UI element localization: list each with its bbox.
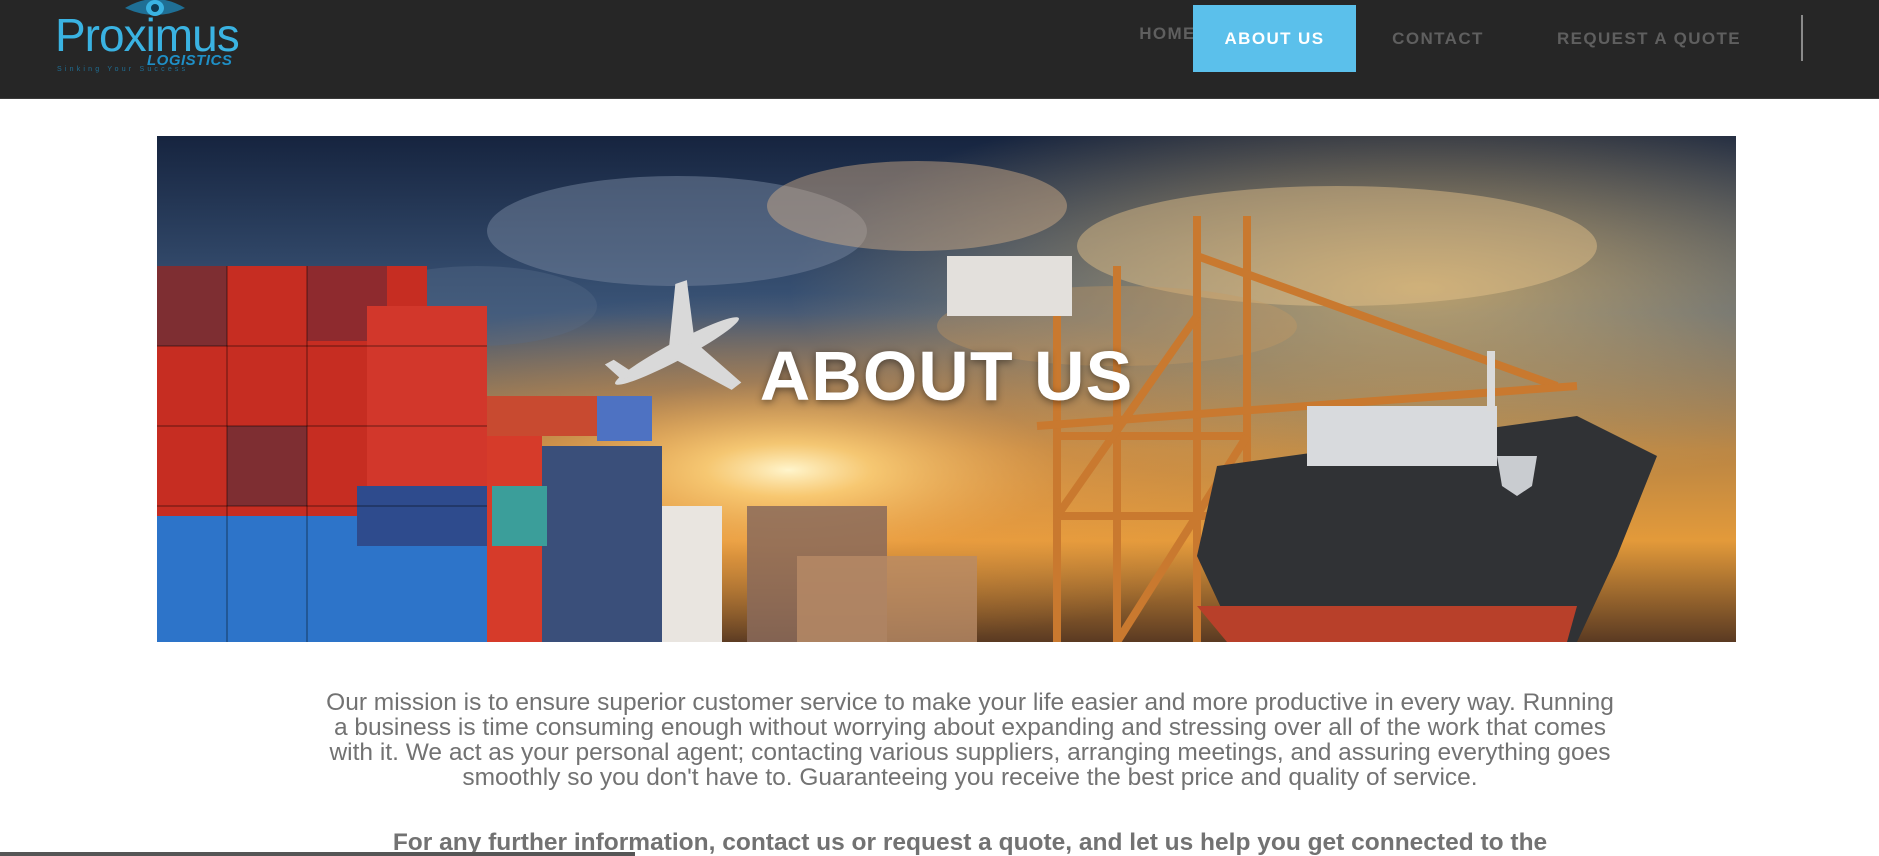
- mission-paragraph: Our mission is to ensure superior custom…: [326, 689, 1614, 791]
- hero-banner: ABOUT US: [157, 136, 1736, 642]
- page-title: ABOUT US: [759, 337, 1134, 415]
- page-scroll-indicator: [0, 852, 635, 856]
- nav-contact[interactable]: CONTACT: [1365, 5, 1511, 72]
- logo-tagline: Sinking Your Success: [57, 66, 189, 73]
- brand-logo[interactable]: Proximus LOGISTICS Sinking Your Success: [55, 0, 245, 80]
- nav-divider: [1801, 15, 1803, 61]
- nav-about-us[interactable]: ABOUT US: [1193, 5, 1356, 72]
- top-navigation-bar: Proximus LOGISTICS Sinking Your Success …: [0, 0, 1879, 99]
- nav-request-a-quote[interactable]: REQUEST A QUOTE: [1538, 5, 1760, 72]
